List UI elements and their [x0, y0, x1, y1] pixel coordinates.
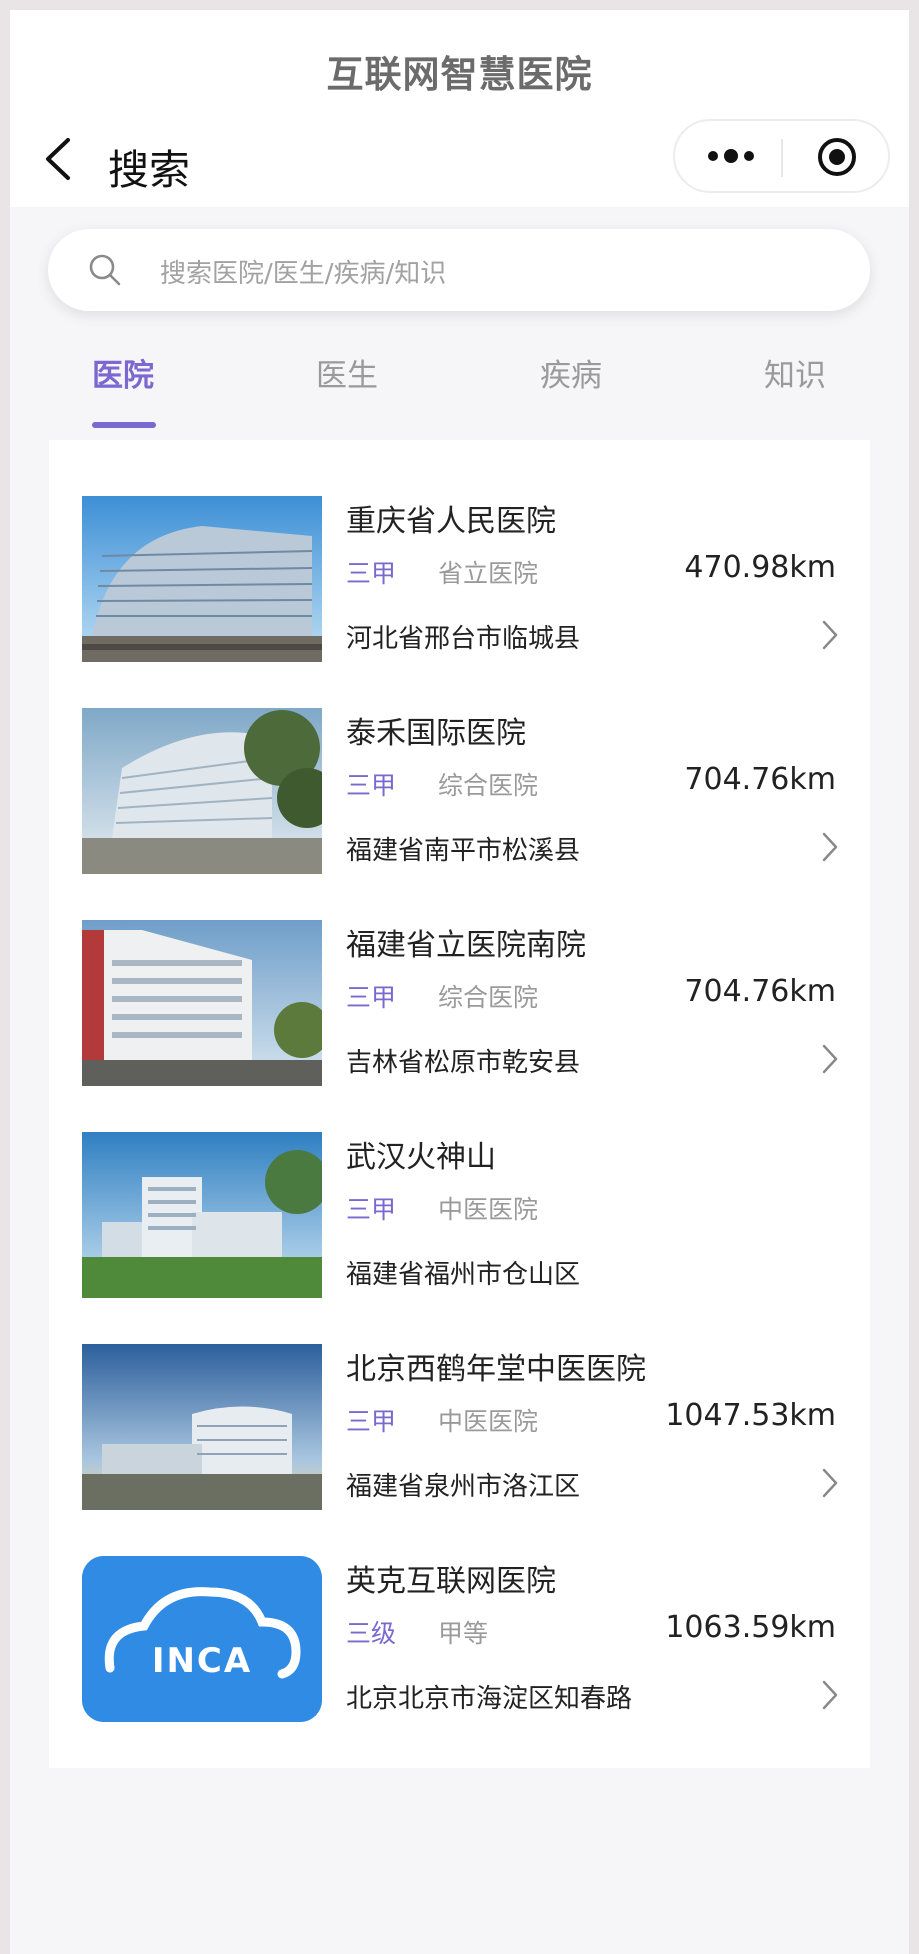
list-item[interactable]: 重庆省人民医院 三甲 省立医院 470.98km 河北省邢台市临城县 — [49, 484, 870, 662]
active-tab-indicator — [92, 422, 156, 428]
hospital-list: 重庆省人民医院 三甲 省立医院 470.98km 河北省邢台市临城县 泰禾国际医… — [49, 440, 870, 1768]
hospital-grade: 三甲 — [346, 771, 397, 800]
inca-logo: INCA — [82, 1556, 322, 1722]
search-icon — [89, 254, 121, 286]
hospital-address: 福建省南平市松溪县 — [346, 836, 581, 866]
more-dots-icon — [708, 149, 754, 163]
hospital-distance: 1063.59km — [665, 1610, 836, 1645]
chevron-right-icon — [822, 1044, 838, 1074]
search-placeholder: 搜索医院/医生/疾病/知识 — [160, 259, 447, 289]
hospital-address: 福建省福州市仓山区 — [346, 1260, 581, 1290]
page-title: 搜索 — [108, 146, 190, 194]
hospital-grade: 三甲 — [346, 1407, 397, 1436]
mini-program-capsule — [673, 119, 890, 193]
tab-disease[interactable]: 疾病 — [540, 350, 602, 395]
list-item[interactable]: 福建省立医院南院 三甲 综合医院 704.76km 吉林省松原市乾安县 — [49, 908, 870, 1086]
chevron-right-icon — [822, 1680, 838, 1710]
hospital-name: 北京西鹤年堂中医医院 — [346, 1352, 646, 1387]
app-title: 互联网智慧医院 — [326, 53, 593, 96]
hospital-thumbnail — [82, 496, 322, 662]
category-tabs: 医院 医生 疾病 知识 — [10, 350, 909, 430]
hospital-distance: 704.76km — [684, 762, 836, 797]
hospital-name: 泰禾国际医院 — [346, 716, 526, 751]
capsule-divider — [781, 139, 783, 177]
chevron-left-icon — [46, 138, 70, 180]
hospital-thumbnail — [82, 920, 322, 1086]
list-item[interactable]: 泰禾国际医院 三甲 综合医院 704.76km 福建省南平市松溪县 — [49, 696, 870, 874]
inca-logo-text: INCA — [152, 1641, 252, 1681]
hospital-name: 福建省立医院南院 — [346, 928, 586, 963]
hospital-thumbnail — [82, 1344, 322, 1510]
hospital-type: 中医医院 — [438, 1195, 539, 1224]
hospital-grade: 三级 — [346, 1619, 397, 1648]
top-bar: 互联网智慧医院 搜索 — [10, 10, 909, 207]
hospital-grade: 三甲 — [346, 559, 397, 588]
hospital-address: 福建省泉州市洛江区 — [346, 1472, 581, 1502]
hospital-name: 重庆省人民医院 — [346, 504, 556, 539]
hospital-type: 省立医院 — [438, 559, 539, 588]
search-input[interactable]: 搜索医院/医生/疾病/知识 — [48, 229, 870, 311]
hospital-type: 综合医院 — [438, 771, 539, 800]
more-button[interactable] — [703, 137, 759, 175]
list-item[interactable]: INCA 英克互联网医院 三级 甲等 1063.59km 北京北京市海淀区知春路 — [49, 1544, 870, 1722]
hospital-thumbnail — [82, 1132, 322, 1298]
hospital-address: 河北省邢台市临城县 — [346, 624, 581, 654]
phone-screen: 互联网智慧医院 搜索 搜索医院/医生/疾病/知识 医院 医生 疾病 知识 重庆省… — [10, 10, 909, 1954]
hospital-grade: 三甲 — [346, 1195, 397, 1224]
hospital-type: 中医医院 — [438, 1407, 539, 1436]
close-mini-program-button[interactable] — [816, 136, 858, 178]
hospital-grade: 三甲 — [346, 983, 397, 1012]
hospital-type: 甲等 — [438, 1619, 489, 1648]
back-button[interactable] — [40, 134, 76, 184]
tab-hospital[interactable]: 医院 — [92, 350, 154, 395]
hospital-thumbnail — [82, 708, 322, 874]
list-item[interactable]: 北京西鹤年堂中医医院 三甲 中医医院 1047.53km 福建省泉州市洛江区 — [49, 1332, 870, 1510]
hospital-type: 综合医院 — [438, 983, 539, 1012]
hospital-address: 北京北京市海淀区知春路 — [346, 1684, 633, 1714]
hospital-distance: 704.76km — [684, 974, 836, 1009]
chevron-right-icon — [822, 1468, 838, 1498]
hospital-distance: 470.98km — [684, 550, 836, 585]
hospital-name: 英克互联网医院 — [346, 1564, 556, 1599]
target-icon — [818, 138, 856, 176]
hospital-address: 吉林省松原市乾安县 — [346, 1048, 581, 1078]
chevron-right-icon — [822, 832, 838, 862]
hospital-distance: 1047.53km — [665, 1398, 836, 1433]
list-item[interactable]: 武汉火神山 三甲 中医医院 福建省福州市仓山区 — [49, 1120, 870, 1298]
tab-knowledge[interactable]: 知识 — [764, 350, 826, 395]
chevron-right-icon — [822, 620, 838, 650]
tab-doctor[interactable]: 医生 — [316, 350, 378, 395]
hospital-name: 武汉火神山 — [346, 1140, 496, 1175]
